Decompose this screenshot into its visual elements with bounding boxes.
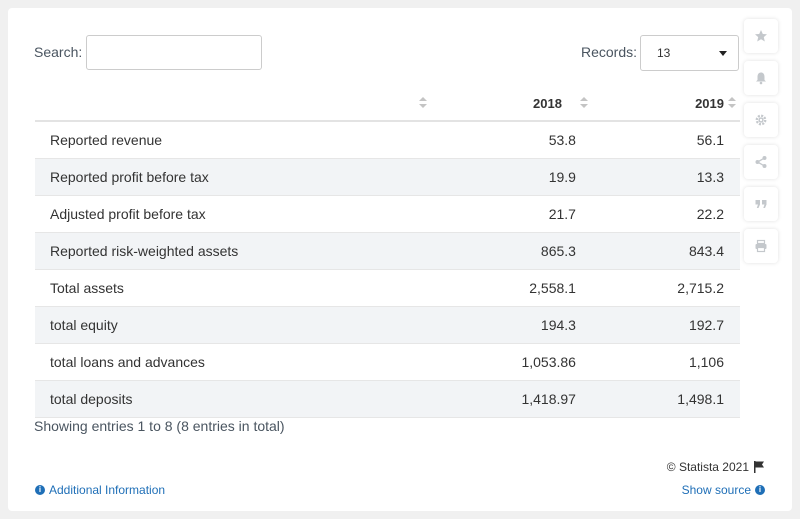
cell-2018: 53.8 xyxy=(430,121,592,159)
copyright[interactable]: © Statista 2021 xyxy=(667,460,765,474)
cell-2019: 2,715.2 xyxy=(591,269,740,307)
sort-icon xyxy=(579,97,588,109)
entries-info: Showing entries 1 to 8 (8 entries in tot… xyxy=(34,418,285,434)
show-source-label: Show source xyxy=(681,483,751,497)
star-button[interactable] xyxy=(744,19,778,53)
cite-button[interactable] xyxy=(744,187,778,221)
column-header-2019[interactable]: 2019 xyxy=(591,86,740,122)
settings-button[interactable] xyxy=(744,103,778,137)
table-row: total deposits 1,418.97 1,498.1 xyxy=(35,380,740,418)
cell-2018: 865.3 xyxy=(430,232,592,270)
search-label: Search: xyxy=(34,44,83,60)
cell-2019: 843.4 xyxy=(591,232,740,270)
cell-2019: 1,498.1 xyxy=(591,380,740,418)
table-row: Reported revenue 53.8 56.1 xyxy=(35,121,740,159)
cell-2018: 19.9 xyxy=(430,158,592,196)
cell-2019: 1,106 xyxy=(591,343,740,381)
cell-2019: 56.1 xyxy=(591,121,740,159)
print-button[interactable] xyxy=(744,229,778,263)
table-row: Reported risk-weighted assets 865.3 843.… xyxy=(35,232,740,270)
records-select[interactable]: 13 xyxy=(640,35,739,71)
share-button[interactable] xyxy=(744,145,778,179)
info-icon: i xyxy=(755,485,765,495)
records-label: Records: xyxy=(581,44,638,60)
bell-icon xyxy=(756,72,766,85)
row-label: Total assets xyxy=(35,269,431,307)
cell-2018: 21.7 xyxy=(430,195,592,233)
flag-icon xyxy=(754,461,764,473)
data-table: 2018 2019 Reported revenue 53.8 56.1 Rep… xyxy=(35,86,740,418)
info-icon: i xyxy=(35,485,45,495)
sort-icon xyxy=(418,97,427,109)
quote-icon xyxy=(755,200,767,208)
sort-icon xyxy=(728,97,736,109)
side-toolbar xyxy=(744,19,779,271)
row-label: Adjusted profit before tax xyxy=(35,195,431,233)
cell-2018: 1,418.97 xyxy=(430,380,592,418)
additional-information-link[interactable]: i Additional Information xyxy=(35,483,165,497)
cell-2019: 13.3 xyxy=(591,158,740,196)
search-input[interactable] xyxy=(86,35,262,70)
cell-2019: 192.7 xyxy=(591,306,740,344)
row-label: total deposits xyxy=(35,380,431,418)
table-row: total equity 194.3 192.7 xyxy=(35,306,740,344)
row-label: Reported profit before tax xyxy=(35,158,431,196)
row-label: Reported risk-weighted assets xyxy=(35,232,431,270)
column-header-2018[interactable]: 2018 xyxy=(430,86,592,122)
table-row: Reported profit before tax 19.9 13.3 xyxy=(35,158,740,196)
table-row: Adjusted profit before tax 21.7 22.2 xyxy=(35,195,740,233)
row-label: Reported revenue xyxy=(35,121,431,159)
cell-2019: 22.2 xyxy=(591,195,740,233)
table-row: total loans and advances 1,053.86 1,106 xyxy=(35,343,740,381)
print-icon xyxy=(755,239,767,253)
show-source-link[interactable]: Show source i xyxy=(682,483,765,497)
notification-button[interactable] xyxy=(744,61,778,95)
cell-2018: 2,558.1 xyxy=(430,269,592,307)
column-header-label[interactable] xyxy=(35,86,431,122)
row-label: total loans and advances xyxy=(35,343,431,381)
star-icon xyxy=(755,30,767,42)
table-row: Total assets 2,558.1 2,715.2 xyxy=(35,269,740,307)
share-icon xyxy=(755,156,767,168)
cell-2018: 1,053.86 xyxy=(430,343,592,381)
additional-information-label: Additional Information xyxy=(49,483,166,497)
table-header-row: 2018 2019 xyxy=(35,86,740,122)
gear-icon xyxy=(755,114,767,126)
copyright-text: © Statista 2021 xyxy=(666,460,749,474)
caret-down-icon xyxy=(719,51,727,56)
statista-card: Search: Records: 13 2018 2019 Reported r… xyxy=(8,8,792,511)
cell-2018: 194.3 xyxy=(430,306,592,344)
records-value: 13 xyxy=(657,46,671,60)
row-label: total equity xyxy=(35,306,431,344)
